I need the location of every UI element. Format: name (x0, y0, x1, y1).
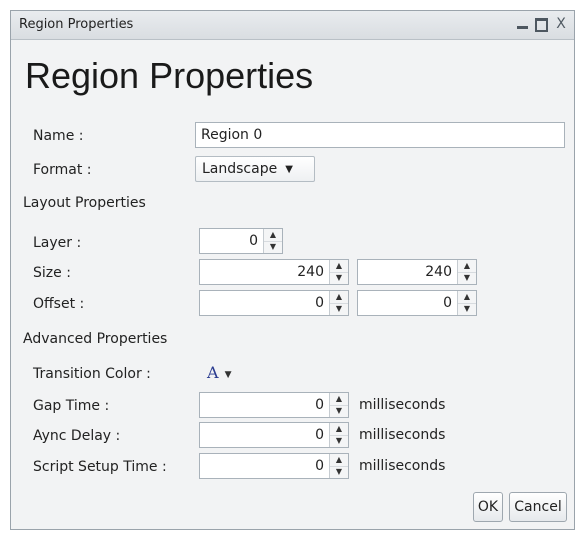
gap-time-spinner[interactable]: 0 ▲ ▼ (199, 392, 349, 418)
gap-time-units: milliseconds (359, 397, 446, 413)
down-arrow-icon[interactable]: ▼ (330, 303, 348, 315)
down-arrow-icon[interactable]: ▼ (458, 272, 476, 284)
window-title: Region Properties (19, 17, 134, 32)
size-width-value: 240 (297, 264, 324, 280)
script-setup-time-spinner[interactable]: 0 ▲ ▼ (199, 453, 349, 479)
format-label: Format : (33, 162, 92, 178)
name-label: Name : (33, 128, 84, 144)
maximize-button[interactable] (532, 15, 550, 33)
down-arrow-icon[interactable]: ▼ (264, 241, 282, 253)
offset-x-value: 0 (315, 295, 324, 311)
async-delay-spinner[interactable]: 0 ▲ ▼ (199, 422, 349, 448)
async-delay-units: milliseconds (359, 427, 446, 443)
format-value: Landscape (202, 161, 278, 177)
caret-down-icon: ▼ (224, 370, 232, 380)
down-arrow-icon[interactable]: ▼ (330, 272, 348, 284)
layer-value: 0 (249, 233, 258, 249)
layer-spinner[interactable]: 0 ▲ ▼ (199, 228, 283, 254)
advanced-properties-section-title: Advanced Properties (23, 331, 168, 347)
layout-properties-section-title: Layout Properties (23, 195, 146, 211)
caret-down-icon: ▼ (285, 164, 293, 175)
async-delay-label: Aync Delay : (33, 428, 121, 444)
down-arrow-icon[interactable]: ▼ (330, 405, 348, 417)
maximize-icon (535, 18, 548, 32)
gap-time-label: Gap Time : (33, 398, 110, 414)
offset-label: Offset : (33, 296, 85, 312)
minimize-button[interactable] (514, 15, 532, 33)
offset-x-spinner[interactable]: 0 ▲ ▼ (199, 290, 349, 316)
layer-label: Layer : (33, 235, 82, 251)
format-dropdown[interactable]: Landscape ▼ (195, 156, 315, 182)
script-setup-time-units: milliseconds (359, 458, 446, 474)
font-color-icon: A (207, 363, 219, 382)
region-properties-dialog: Region Properties X Region Properties Na… (10, 10, 575, 530)
close-button[interactable]: X (552, 15, 570, 33)
dialog-heading: Region Properties (25, 55, 314, 96)
script-setup-time-label: Script Setup Time : (33, 459, 167, 475)
transition-color-label: Transition Color : (33, 366, 151, 382)
script-setup-time-value: 0 (315, 458, 324, 474)
down-arrow-icon[interactable]: ▼ (330, 435, 348, 447)
offset-y-value: 0 (443, 295, 452, 311)
gap-time-value: 0 (315, 397, 324, 413)
size-height-value: 240 (425, 264, 452, 280)
transition-color-picker[interactable]: A ▼ (207, 363, 231, 382)
size-height-spinner[interactable]: 240 ▲ ▼ (357, 259, 477, 285)
name-input[interactable]: Region 0 (195, 122, 565, 148)
size-label: Size : (33, 265, 71, 281)
title-bar[interactable]: Region Properties X (11, 11, 574, 40)
offset-y-spinner[interactable]: 0 ▲ ▼ (357, 290, 477, 316)
size-width-spinner[interactable]: 240 ▲ ▼ (199, 259, 349, 285)
down-arrow-icon[interactable]: ▼ (458, 303, 476, 315)
ok-button[interactable]: OK (473, 492, 503, 522)
minimize-icon (517, 26, 528, 29)
down-arrow-icon[interactable]: ▼ (330, 466, 348, 478)
async-delay-value: 0 (315, 427, 324, 443)
cancel-button[interactable]: Cancel (509, 492, 567, 522)
